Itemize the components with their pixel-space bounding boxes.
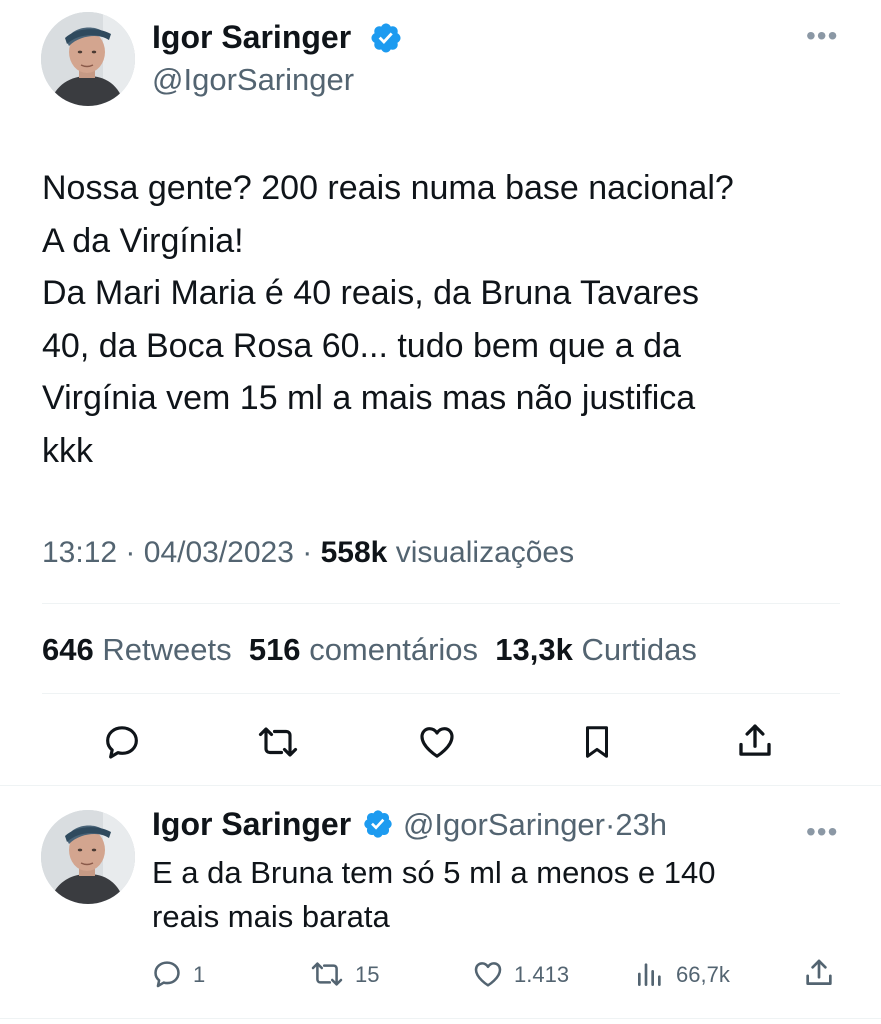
meta-separator: · [125, 536, 136, 569]
reply-author-avatar[interactable] [41, 810, 135, 904]
share-icon[interactable] [802, 956, 836, 990]
retweets-label: Retweets [102, 632, 232, 667]
reply-author-name[interactable]: Igor Saringer [152, 806, 351, 842]
reply-count: 1 [193, 962, 206, 987]
comments-stat[interactable]: 516 comentários [249, 632, 478, 667]
tweet-text-line: Da Mari Maria é 40 reais, da Bruna Tavar… [42, 274, 700, 312]
retweet-icon[interactable] [309, 958, 345, 990]
tweet-stats: 646 Retweets 516 comentários 13,3k Curti… [42, 632, 697, 668]
likes-label: Curtidas [581, 632, 697, 667]
like-count: 1.413 [514, 962, 570, 987]
reply-text-line: reais mais barata [152, 899, 390, 934]
views-count: 558k [320, 536, 388, 569]
author-name[interactable]: Igor Saringer [152, 19, 351, 56]
comments-count: 516 [248, 632, 301, 667]
reply-text: E a da Bruna tem só 5 ml a menos e 140 r… [152, 851, 832, 939]
heart-icon[interactable] [416, 722, 458, 762]
views-icon[interactable] [634, 958, 666, 990]
reply-header: Igor Saringer @IgorSaringer·23h [152, 806, 667, 843]
divider [0, 785, 881, 786]
bookmark-icon[interactable] [578, 722, 616, 762]
author-avatar[interactable] [41, 12, 135, 106]
likes-stat[interactable]: 13,3k Curtidas [495, 632, 697, 667]
reply-icon[interactable] [102, 722, 142, 762]
divider [0, 1018, 881, 1019]
meta-separator: · [605, 807, 616, 842]
retweets-stat[interactable]: 646 Retweets [42, 632, 232, 667]
tweet-text-line: Virgínia vem 15 ml a mais mas não justif… [42, 379, 696, 417]
divider [42, 693, 840, 694]
tweet-text-line: kkk [42, 431, 93, 470]
heart-icon[interactable] [471, 958, 505, 990]
tweet-date[interactable]: 04/03/2023 [144, 536, 294, 569]
likes-count: 13,3k [495, 632, 573, 667]
retweet-count: 15 [355, 962, 380, 987]
comments-label: comentários [309, 632, 479, 667]
author-handle[interactable]: @IgorSaringer [152, 62, 354, 98]
tweet-meta: 13:12 · 04/03/2023 · 558k visualizações [42, 536, 574, 570]
tweet-text-line: A da Virgínia! [42, 221, 244, 260]
tweet-text-line: Nossa gente? 200 reais numa base naciona… [42, 169, 734, 207]
reply-time-ago[interactable]: 23h [615, 807, 667, 842]
retweets-count: 646 [42, 632, 94, 667]
reply-text-line: E a da Bruna tem só 5 ml a menos e 140 [152, 855, 716, 890]
tweet-time[interactable]: 13:12 [42, 536, 117, 569]
verified-badge-icon [362, 808, 394, 840]
more-icon[interactable]: ••• [806, 818, 838, 846]
more-icon[interactable]: ••• [806, 22, 838, 50]
meta-separator: · [302, 536, 313, 569]
verified-badge-icon [369, 21, 403, 55]
divider [42, 603, 840, 604]
tweet-text: Nossa gente? 200 reais numa base naciona… [42, 162, 852, 477]
tweet-text-line: 40, da Boca Rosa 60... tudo bem que a da [42, 326, 681, 365]
views-label: visualizações [395, 536, 575, 569]
reply-author-handle[interactable]: @IgorSaringer [403, 807, 605, 842]
reply-icon[interactable] [151, 958, 183, 990]
views-count: 66,7k [676, 962, 730, 987]
share-icon[interactable] [734, 720, 776, 762]
retweet-icon[interactable] [256, 722, 300, 762]
